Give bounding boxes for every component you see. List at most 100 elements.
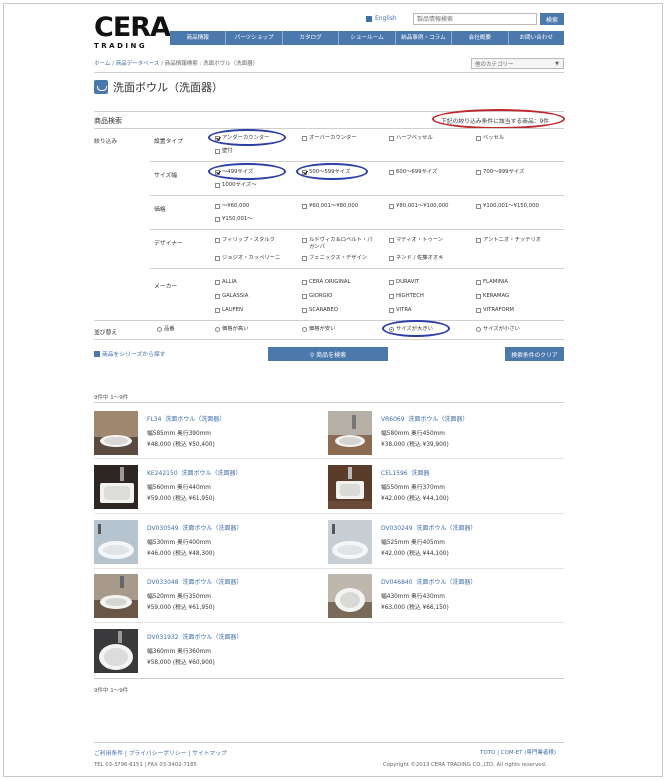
checkbox[interactable] (476, 293, 481, 299)
site-logo[interactable]: CERA TRADING (94, 14, 171, 50)
product-image[interactable] (328, 465, 372, 509)
maker-option-scarabeo[interactable]: SCARABEO (302, 307, 338, 314)
nav-item-showroom[interactable]: ショールーム (339, 31, 396, 45)
checkbox[interactable] (215, 255, 220, 261)
radio[interactable] (157, 326, 162, 332)
site-search-input[interactable] (413, 13, 537, 25)
width-option-1000[interactable]: 1000サイズ～ (215, 182, 257, 189)
product-image[interactable] (94, 629, 138, 673)
product-item[interactable]: KE242150 洗面ボウル（洗面器） 幅560mm 奥行440mm ¥59,0… (94, 465, 326, 513)
maker-option-laufen[interactable]: LAUFEN (215, 307, 243, 314)
product-image[interactable] (328, 574, 372, 618)
designer-option-starck[interactable]: フィリップ・スタルク (215, 237, 275, 244)
checkbox[interactable] (215, 203, 220, 209)
maker-option-flaminia[interactable]: FLAMINIA (476, 279, 508, 286)
sort-option-price-high[interactable]: 価格が高い (215, 326, 249, 333)
product-item[interactable]: DV033048 洗面ボウル（洗面器） 幅520mm 奥行350mm ¥59,0… (94, 574, 326, 622)
price-option-1[interactable]: ～¥60,000 (215, 203, 249, 210)
checkbox[interactable] (389, 279, 394, 285)
product-item[interactable]: VR6069 洗面ボウル（洗面器） 幅580mm 奥行450mm ¥38,000… (328, 411, 560, 459)
checkbox[interactable] (302, 279, 307, 285)
nav-item-cases[interactable]: 納品事例・コラム (396, 31, 453, 45)
checkbox[interactable] (476, 307, 481, 313)
product-image[interactable] (94, 574, 138, 618)
width-option-500-599[interactable]: 500～599サイズ (302, 169, 350, 176)
radio[interactable] (476, 326, 481, 332)
checkbox[interactable] (215, 237, 220, 243)
footer-partner-links[interactable]: TOTO | COM-ET (専門業者様) (480, 748, 556, 756)
type-option-under[interactable]: アンダーカウンター (215, 135, 269, 142)
checkbox[interactable] (389, 135, 394, 141)
checkbox[interactable] (215, 148, 220, 154)
breadcrumb-db[interactable]: 商品データベース (116, 61, 160, 67)
checkbox[interactable] (302, 169, 307, 175)
checkbox[interactable] (215, 307, 220, 313)
product-name-link[interactable]: DV031932 洗面ボウル（洗面器） (147, 632, 242, 641)
radio[interactable] (215, 326, 220, 332)
checkbox[interactable] (302, 255, 307, 261)
maker-option-vitraform[interactable]: VITRAFORM (476, 307, 514, 314)
checkbox[interactable] (215, 279, 220, 285)
product-name-link[interactable]: DV030249 洗面ボウル（洗面器） (381, 523, 476, 532)
width-option-700-999[interactable]: 700～999サイズ (476, 169, 524, 176)
sort-option-size-large[interactable]: サイズが大きい (389, 326, 433, 333)
checkbox[interactable] (476, 169, 481, 175)
product-name-link[interactable]: DV046840 洗面ボウル（洗面器） (381, 577, 476, 586)
checkbox[interactable] (215, 216, 220, 222)
maker-option-giorgio[interactable]: GIORGIO (302, 293, 332, 300)
product-image[interactable] (94, 411, 138, 455)
product-name-link[interactable]: DV030549 洗面ボウル（洗面器） (147, 523, 242, 532)
checkbox[interactable] (215, 135, 220, 141)
sort-option-code[interactable]: 品番 (157, 326, 175, 333)
checkbox[interactable] (389, 237, 394, 243)
sort-option-price-low[interactable]: 価格が安い (302, 326, 336, 333)
designer-option-thun[interactable]: マティオ・トゥーン (389, 237, 443, 244)
sort-option-size-small[interactable]: サイズが小さい (476, 326, 520, 333)
type-option-over[interactable]: オーバーカウンター (302, 135, 357, 142)
price-option-5[interactable]: ¥150,001～ (215, 216, 253, 223)
product-image[interactable] (94, 465, 138, 509)
nav-item-parts-shop[interactable]: パーツショップ (226, 31, 283, 45)
english-link[interactable]: English (366, 15, 397, 22)
product-name-link[interactable]: VR6069 洗面ボウル（洗面器） (381, 414, 468, 423)
checkbox[interactable] (389, 307, 394, 313)
checkbox[interactable] (476, 237, 481, 243)
checkbox[interactable] (302, 135, 307, 141)
product-image[interactable] (328, 411, 372, 455)
checkbox[interactable] (476, 203, 481, 209)
checkbox[interactable] (215, 293, 220, 299)
maker-option-allia[interactable]: ALLIA (215, 279, 237, 286)
radio[interactable] (389, 326, 394, 332)
product-item[interactable]: DV031932 洗面ボウル（洗面器） 幅360mm 奥行360mm ¥58,0… (94, 629, 326, 677)
type-option-wall[interactable]: 壁付 (215, 148, 233, 155)
checkbox[interactable] (389, 255, 394, 261)
checkbox[interactable] (389, 293, 394, 299)
checkbox[interactable] (302, 293, 307, 299)
product-name-link[interactable]: KE242150 洗面ボウル（洗面器） (147, 468, 241, 477)
product-search-button[interactable]: ⚲ 商品を検索 (268, 347, 388, 361)
checkbox[interactable] (302, 307, 307, 313)
product-item[interactable]: FL34 洗面ボウル（洗面器） 幅585mm 奥行390mm ¥48,000 (… (94, 411, 326, 459)
width-option-600-699[interactable]: 600～699サイズ (389, 169, 437, 176)
checkbox[interactable] (302, 237, 307, 243)
series-search-link[interactable]: 商品をシリーズから探す (94, 349, 165, 358)
product-item[interactable]: DV046840 洗面ボウル（洗面器） 幅430mm 奥行430mm ¥63,0… (328, 574, 560, 622)
nav-item-company[interactable]: 会社概要 (452, 31, 509, 45)
designer-option-phoenix[interactable]: フェニックス・デザイン (302, 255, 367, 262)
radio[interactable] (302, 326, 307, 332)
designer-option-nendo[interactable]: ネンド / 佐藤オオキ (389, 255, 444, 262)
maker-option-duravit[interactable]: DURAVIT (389, 279, 419, 286)
product-name-link[interactable]: FL34 洗面ボウル（洗面器） (147, 414, 225, 423)
site-search-button[interactable]: 検索 (540, 13, 564, 25)
type-option-half-vessel[interactable]: ハーフベッセル (389, 135, 433, 142)
designer-option-palomba[interactable]: ルドヴィカ＆ロベルト・パ ガンパ (302, 237, 373, 250)
footer-links[interactable]: ご利用条件 | プライバシーポリシー | サイトマップ (94, 748, 227, 757)
maker-option-cera-original[interactable]: CERA ORIGINAL (302, 279, 350, 286)
maker-option-vitra[interactable]: VITRA (389, 307, 412, 314)
product-item[interactable]: CEL1596 洗面器 幅550mm 奥行370mm ¥42,000 (税込 ¥… (328, 465, 560, 513)
checkbox[interactable] (476, 279, 481, 285)
checkbox[interactable] (389, 169, 394, 175)
category-select[interactable]: 他のカテゴリー ▼ (471, 58, 564, 69)
designer-option-citterio[interactable]: アントニオ・チッテリオ (476, 237, 541, 244)
breadcrumb-home[interactable]: ホーム (94, 61, 110, 67)
